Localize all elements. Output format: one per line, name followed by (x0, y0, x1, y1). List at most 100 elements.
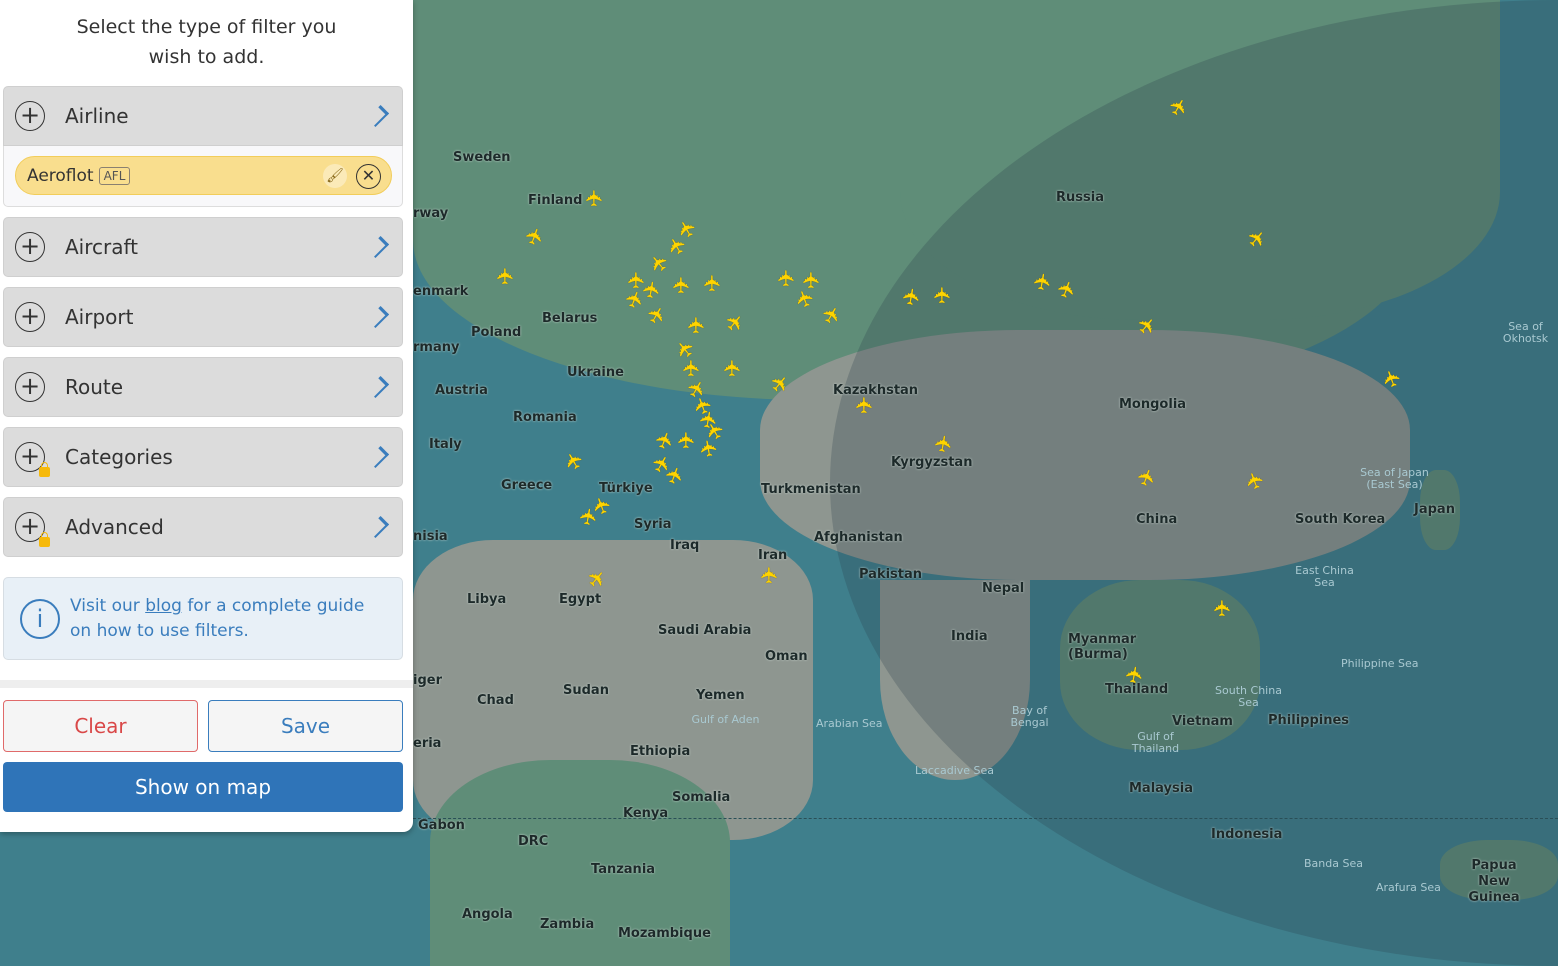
country-label: iger (413, 673, 442, 688)
country-label: Angola (462, 907, 513, 922)
aircraft-marker[interactable]: ✈ (931, 286, 956, 304)
country-label: China (1136, 512, 1178, 527)
add-icon: + (15, 442, 50, 477)
sea-label: Gulf of Aden (691, 713, 760, 726)
country-label: Iraq (670, 538, 700, 553)
aircraft-marker[interactable]: ✈ (661, 463, 691, 489)
add-icon: + (15, 372, 45, 402)
aircraft-marker[interactable]: ✈ (853, 396, 878, 414)
aircraft-marker[interactable]: ✈ (931, 433, 959, 455)
country-label: Austria (435, 383, 488, 398)
sea-label: Sea of Japan (East Sea) (1360, 466, 1429, 491)
country-label: Ethiopia (630, 744, 691, 759)
sea-label: Arafura Sea (1376, 881, 1441, 894)
aircraft-marker[interactable]: ✈ (758, 566, 783, 584)
filter-advanced[interactable]: + Advanced (3, 497, 403, 557)
selected-airline-area: Aeroflot AFL 🖌 ✕ (3, 146, 403, 207)
country-label: Pakistan (859, 567, 923, 582)
aircraft-marker[interactable]: ✈ (899, 286, 927, 308)
filter-label: Airport (65, 305, 134, 329)
info-text: Visit our (70, 596, 146, 616)
aircraft-marker[interactable]: ✈ (701, 274, 726, 292)
country-label: Finland (528, 193, 583, 208)
country-label: Turkmenistan (761, 482, 861, 497)
brush-icon[interactable]: 🖌 (323, 164, 347, 188)
save-button[interactable]: Save (208, 700, 403, 752)
sea-label: Laccadive Sea (915, 764, 995, 777)
show-on-map-button[interactable]: Show on map (3, 762, 403, 812)
country-label: Iran (758, 548, 788, 563)
sea-label: Banda Sea (1304, 857, 1363, 870)
lock-icon (39, 532, 50, 547)
filter-label: Categories (65, 445, 173, 469)
country-label: DRC (518, 834, 549, 849)
airline-code: AFL (98, 166, 131, 185)
aircraft-marker[interactable]: ✈ (721, 359, 746, 377)
filter-categories[interactable]: + Categories (3, 427, 403, 487)
equator-line (413, 818, 1558, 819)
country-label: Papua New Guinea (1468, 858, 1520, 905)
aircraft-marker[interactable]: ✈ (696, 437, 724, 459)
filter-label: Route (65, 375, 124, 399)
country-label: Mongolia (1119, 397, 1187, 412)
aircraft-marker[interactable]: ✈ (1122, 664, 1150, 686)
country-label: Saudi Arabia (658, 623, 752, 638)
info-icon: i (20, 599, 60, 639)
airline-name: Aeroflot (27, 165, 94, 186)
filter-label: Airline (65, 104, 129, 128)
filter-aircraft[interactable]: + Aircraft (3, 217, 403, 277)
aircraft-marker[interactable]: ✈ (576, 506, 604, 528)
add-icon: + (15, 512, 50, 547)
country-label: Philippines (1268, 713, 1350, 728)
country-label: Chad (477, 693, 514, 708)
country-label: Libya (467, 592, 507, 607)
filter-airline[interactable]: + Airline (3, 86, 403, 146)
sea-label: Bay of Bengal (1010, 704, 1049, 729)
country-label: Oman (765, 649, 808, 664)
add-icon: + (15, 101, 45, 131)
country-label: Mozambique (618, 926, 711, 941)
country-label: Kenya (623, 806, 669, 821)
country-label: Zambia (540, 917, 595, 932)
aircraft-marker[interactable]: ✈ (559, 446, 590, 474)
sea-label: Arabian Sea (816, 717, 883, 730)
country-label: rway (413, 206, 449, 221)
aircraft-marker[interactable]: ✈ (775, 269, 800, 287)
sea-label: Philippine Sea (1341, 657, 1419, 670)
country-label: Vietnam (1172, 714, 1233, 729)
country-label: rmany (413, 340, 460, 355)
sea-label: South China Sea (1215, 684, 1282, 709)
aircraft-marker[interactable]: ✈ (680, 359, 705, 377)
aircraft-marker[interactable]: ✈ (685, 316, 710, 334)
info-box: i Visit our blog for a complete guide on… (3, 577, 403, 660)
country-label: Russia (1056, 190, 1104, 205)
country-label: Somalia (672, 790, 731, 805)
clear-button[interactable]: Clear (3, 700, 198, 752)
country-label: Italy (429, 437, 462, 452)
add-icon: + (15, 302, 45, 332)
country-label: Kyrgyzstan (891, 455, 973, 470)
remove-icon[interactable]: ✕ (356, 164, 381, 189)
country-label: Ukraine (567, 365, 624, 380)
country-label: Sudan (563, 683, 609, 698)
aircraft-marker[interactable]: ✈ (494, 267, 519, 285)
country-label: Malaysia (1129, 781, 1193, 796)
country-label: Yemen (696, 688, 745, 703)
country-label: South Korea (1295, 512, 1386, 527)
aircraft-marker[interactable]: ✈ (670, 276, 695, 294)
aircraft-marker[interactable]: ✈ (583, 189, 608, 207)
aircraft-marker[interactable]: ✈ (1030, 271, 1058, 293)
sea-label: Sea of Okhotsk (1502, 320, 1549, 345)
country-label: Belarus (542, 311, 598, 326)
sea-label: East China Sea (1295, 564, 1354, 589)
filter-route[interactable]: + Route (3, 357, 403, 417)
add-icon: + (15, 232, 45, 262)
airline-chip[interactable]: Aeroflot AFL 🖌 ✕ (15, 156, 392, 195)
country-label: Syria (634, 517, 672, 532)
country-label: Sweden (453, 150, 511, 165)
country-label: Romania (513, 410, 577, 425)
filter-label: Advanced (65, 515, 164, 539)
filter-airport[interactable]: + Airport (3, 287, 403, 347)
blog-link[interactable]: blog (145, 596, 182, 616)
aircraft-marker[interactable]: ✈ (1211, 599, 1236, 617)
